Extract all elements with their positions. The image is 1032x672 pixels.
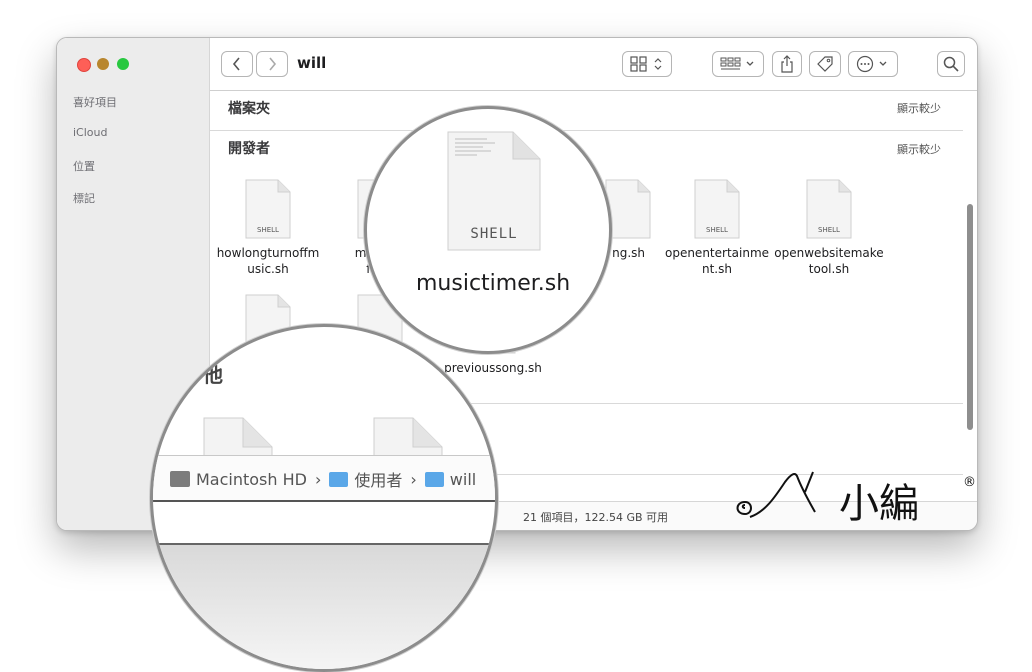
watermark-text: 小編: [839, 481, 919, 527]
show-less-folders[interactable]: 顯示較少: [897, 100, 941, 116]
search-button[interactable]: [937, 51, 965, 77]
folder-icon: [329, 471, 349, 487]
more-actions-button[interactable]: [848, 51, 898, 77]
chevron-right-icon: [269, 57, 277, 71]
more-icon: [856, 55, 887, 73]
path-separator: ›: [410, 469, 417, 489]
chevron-left-icon: [232, 57, 240, 71]
minimize-button[interactable]: [97, 58, 109, 70]
back-button[interactable]: [221, 51, 253, 77]
file-item[interactable]: SHELL openentertainme nt.sh: [662, 179, 772, 277]
file-item[interactable]: SHELL openwebsitemake tool.sh: [774, 179, 884, 277]
sidebar-item-icloud[interactable]: iCloud: [73, 126, 107, 139]
file-type-label: SHELL: [818, 226, 840, 234]
file-name: howlongturnoffm usic.sh: [216, 246, 320, 276]
file-type-label: SHELL: [257, 226, 279, 234]
window-title: will: [297, 54, 327, 72]
shell-file-icon: SHELL: [245, 179, 291, 239]
search-icon: [943, 56, 959, 72]
path-item-users[interactable]: 使用者: [354, 467, 402, 491]
path-bar: Macintosh HD › 使用者 › will: [153, 455, 495, 502]
path-separator: ›: [314, 469, 322, 489]
shell-file-icon-large: SHELL: [447, 131, 541, 255]
group-button[interactable]: [712, 51, 764, 77]
show-less-developer[interactable]: 顯示較少: [897, 141, 941, 157]
grid-view-icon: [630, 56, 662, 72]
file-type-label: SHELL: [470, 226, 517, 242]
forward-button[interactable]: [256, 51, 288, 77]
sidebar-item-favorites[interactable]: 喜好項目: [73, 94, 117, 110]
section-title-developer: 開發者: [228, 141, 270, 157]
share-icon: [781, 55, 793, 73]
shell-file-icon: SHELL: [806, 179, 852, 239]
section-title-other: 他: [203, 363, 223, 387]
disk-icon: [170, 471, 190, 487]
magnified-file-name: musictimer.sh: [416, 271, 571, 296]
file-name: openwebsitemake tool.sh: [774, 246, 884, 276]
home-folder-icon: [424, 471, 444, 487]
view-mode-button[interactable]: [622, 51, 672, 77]
close-button[interactable]: [77, 58, 91, 72]
file-type-label: SHELL: [706, 226, 728, 234]
shell-file-icon: SHELL: [694, 179, 740, 239]
magnifier-path-bar: 他 Macintosh HD › 使用者 › will: [150, 324, 498, 672]
share-button[interactable]: [772, 51, 802, 77]
sidebar-item-locations[interactable]: 位置: [73, 158, 95, 174]
registered-mark: ®: [963, 475, 976, 490]
group-icon: [720, 57, 754, 70]
path-bar-items: Macintosh HD › 使用者 › will: [170, 467, 476, 491]
path-item-will[interactable]: will: [450, 470, 476, 489]
section-title-folders: 檔案夾: [228, 101, 270, 117]
status-text: 21 個項目，122.54 GB 可用: [523, 511, 669, 524]
watermark-logo: 小編 ®: [735, 462, 985, 536]
zoom-button[interactable]: [117, 58, 129, 70]
magnifier-file: SHELL musictimer.sh: [364, 106, 612, 354]
divider: [210, 130, 963, 131]
file-item[interactable]: SHELL howlongturnoffm usic.sh: [213, 179, 323, 277]
file-name: previoussong.sh: [444, 361, 542, 375]
tag-button[interactable]: [809, 51, 841, 77]
toolbar: will: [210, 38, 977, 91]
path-item-macintosh-hd[interactable]: Macintosh HD: [196, 470, 307, 489]
file-name: openentertainme nt.sh: [664, 246, 770, 276]
vertical-scrollbar[interactable]: [967, 204, 973, 430]
tag-icon: [817, 56, 833, 72]
window-shadow: [153, 545, 495, 669]
sidebar-item-tags[interactable]: 標記: [73, 190, 95, 206]
